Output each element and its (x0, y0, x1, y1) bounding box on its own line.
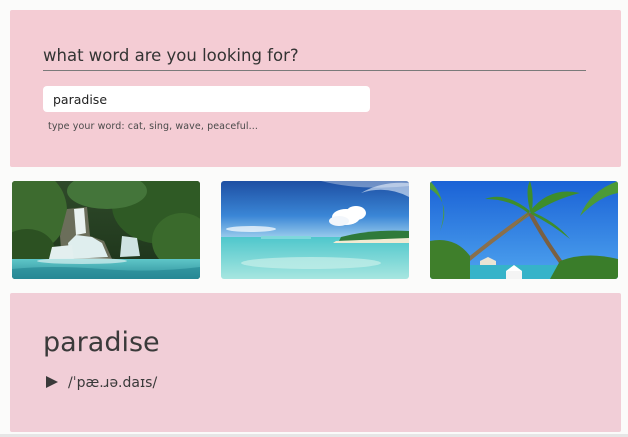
result-word: paradise (43, 327, 160, 358)
gallery-image-palms (430, 181, 618, 279)
play-icon[interactable] (45, 375, 59, 389)
search-heading: what word are you looking for? (43, 46, 586, 71)
search-input[interactable] (43, 86, 370, 112)
result-panel: paradise /ˈpæ.ɹə.daɪs/ (10, 293, 621, 432)
search-hint: type your word: cat, sing, wave, peacefu… (48, 121, 259, 132)
image-gallery (12, 181, 618, 280)
search-panel: what word are you looking for? type your… (10, 10, 621, 167)
gallery-image-waterfall (12, 181, 200, 279)
gallery-image-lagoon (221, 181, 409, 279)
phonetic-transcription: /ˈpæ.ɹə.daɪs/ (68, 375, 158, 391)
